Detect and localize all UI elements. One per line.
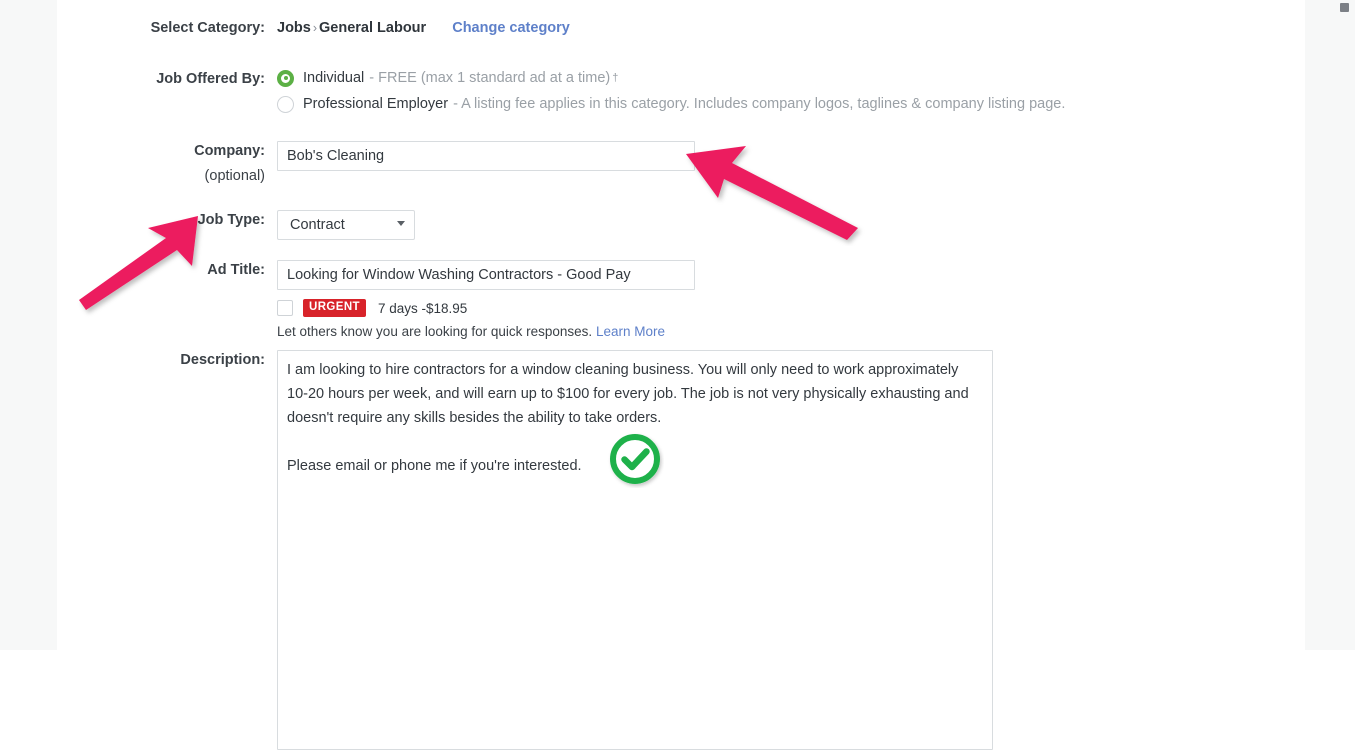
urgent-hint-row: Let others know you are looking for quic… [277,322,695,342]
company-input[interactable] [277,141,695,171]
change-category-link[interactable]: Change category [452,20,570,36]
job-offered-by-row: Job Offered By: Individual - FREE (max 1… [57,69,1065,113]
radio-professional-employer-icon[interactable] [277,96,294,113]
radio-option-professional-employer[interactable]: Professional Employer - A listing fee ap… [277,95,1065,113]
radio-professional-employer-description: - A listing fee applies in this category… [453,95,1065,113]
ad-title-label: Ad Title: [57,260,277,280]
page-right-margin-band [1305,0,1355,650]
urgent-upsell-row: URGENT 7 days -$18.95 [277,299,695,317]
learn-more-link[interactable]: Learn More [596,324,665,339]
description-row: Description: I am looking to hire contra… [57,350,993,750]
company-optional-note: (optional) [57,166,265,186]
company-label: Company: (optional) [57,141,277,186]
select-category-label: Select Category: [57,18,277,38]
ad-title-row: Ad Title: URGENT 7 days -$18.95 Let othe… [57,260,695,342]
company-label-text: Company: [194,143,265,159]
ad-title-group: URGENT 7 days -$18.95 Let others know yo… [277,260,695,342]
description-textarea[interactable]: I am looking to hire contractors for a w… [277,350,993,750]
page-root: Select Category: Jobs›General Labour Cha… [0,0,1355,650]
select-category-row: Select Category: Jobs›General Labour Cha… [57,18,570,38]
urgent-badge: URGENT [303,299,366,317]
job-type-label: Job Type: [57,210,277,230]
job-type-selected-value[interactable]: Contract [277,210,415,240]
company-row: Company: (optional) [57,141,695,186]
job-offered-by-label: Job Offered By: [57,69,277,89]
radio-individual-description: - FREE (max 1 standard ad at a time) [369,69,610,87]
breadcrumb-child: General Labour [319,20,426,36]
radio-individual-icon[interactable] [277,70,294,87]
urgent-price-text: 7 days -$18.95 [378,301,467,316]
breadcrumb-parent: Jobs [277,20,311,36]
radio-option-individual[interactable]: Individual - FREE (max 1 standard ad at … [277,69,1065,87]
radio-individual-label: Individual [303,69,364,87]
breadcrumb-separator-icon: › [313,21,317,35]
scrollbar-nub[interactable] [1340,3,1349,12]
page-left-margin-band [0,0,57,650]
job-offered-by-radio-group: Individual - FREE (max 1 standard ad at … [277,69,1065,113]
green-check-badge [606,430,664,488]
job-type-row: Job Type: Contract [57,210,415,240]
urgent-checkbox[interactable] [277,300,293,316]
description-label: Description: [57,350,277,370]
radio-professional-employer-label: Professional Employer [303,95,448,113]
job-type-select[interactable]: Contract [277,210,415,240]
urgent-hint-text: Let others know you are looking for quic… [277,324,592,339]
chevron-down-icon [397,221,405,226]
dagger-footnote-icon: † [612,69,618,87]
breadcrumb: Jobs›General Labour Change category [277,18,570,38]
ad-title-input[interactable] [277,260,695,290]
post-ad-form: Select Category: Jobs›General Labour Cha… [57,0,1305,650]
